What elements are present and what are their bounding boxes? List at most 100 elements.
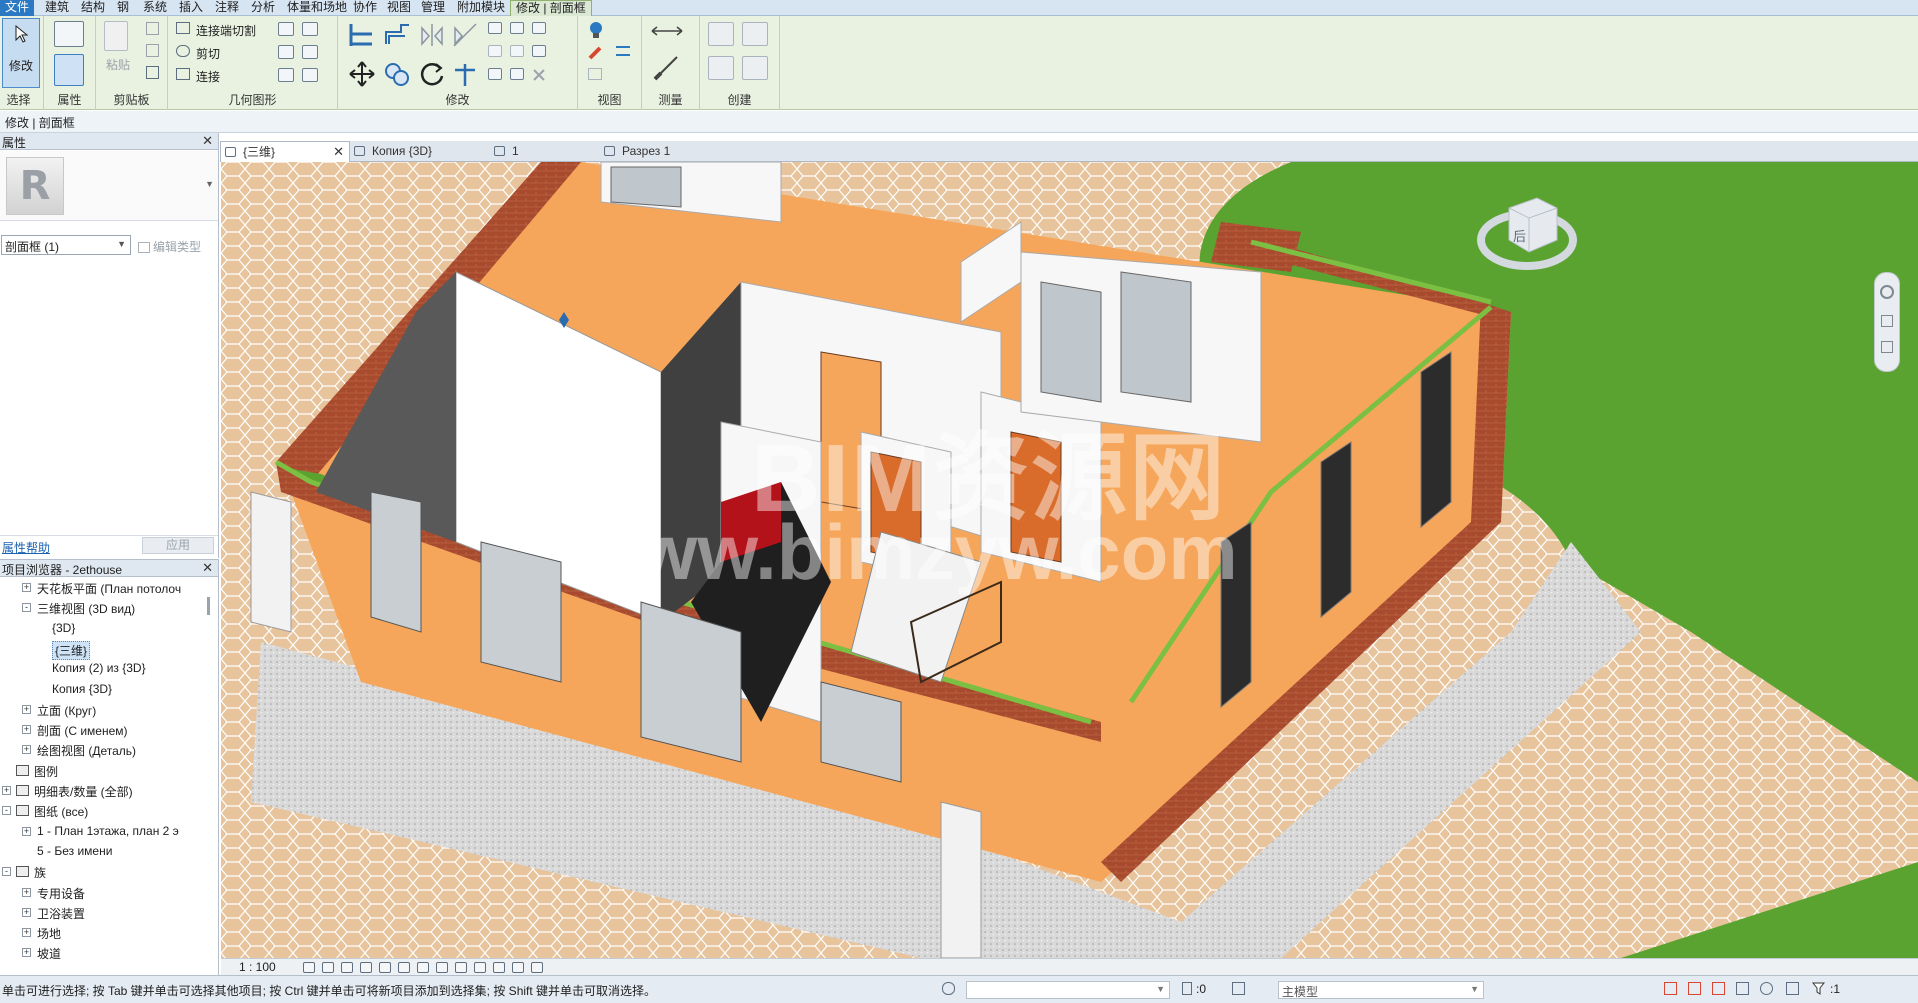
browser-tree-item[interactable]: Копия (2) из {3D} [0, 659, 210, 679]
select-links-icon[interactable] [1664, 982, 1677, 995]
override-graphics-icon[interactable] [588, 68, 602, 80]
mirror-draw-icon[interactable] [451, 22, 479, 48]
copy-icon[interactable] [146, 44, 159, 57]
browser-tree-item[interactable]: {3D} [0, 619, 210, 639]
browser-tree-item[interactable]: + 专用设备 [0, 883, 210, 903]
browser-tree-item[interactable]: Копия {3D} [0, 680, 210, 700]
browser-tree-item[interactable]: + 明细表/数量 (全部) [0, 781, 210, 801]
create-parts-icon[interactable] [742, 22, 768, 46]
menu-tab[interactable]: 钢 [112, 0, 134, 16]
menu-tab[interactable]: 管理 [416, 0, 450, 16]
menu-tab[interactable]: 注释 [210, 0, 244, 16]
instance-type-selector[interactable]: 剖面框 (1) ▼ [1, 235, 131, 255]
temporary-hide-icon[interactable] [455, 962, 467, 973]
browser-tree-item[interactable]: + 天花板平面 (План потолоч [0, 578, 210, 598]
design-option-selector[interactable]: 主模型 ▼ [1278, 981, 1484, 999]
delete-icon[interactable] [532, 68, 546, 82]
worksets-icon[interactable] [942, 982, 955, 995]
modify-button[interactable]: 修改 [2, 18, 40, 88]
zoom-icon[interactable] [1881, 315, 1893, 327]
view-tab[interactable]: Копия {3D} [350, 141, 490, 162]
split-gap-icon[interactable] [510, 22, 524, 34]
browser-tree-item[interactable]: 图例 [0, 761, 210, 781]
cut-join-label[interactable]: 连接端切割 [196, 22, 256, 39]
expand-icon[interactable]: + [22, 928, 31, 938]
menu-tab[interactable]: 文件 [0, 0, 35, 16]
browser-scrollbar[interactable] [207, 597, 210, 615]
scale-icon[interactable] [510, 45, 524, 57]
trim-extend-icon[interactable] [451, 60, 479, 88]
menu-tab[interactable]: 视图 [382, 0, 416, 16]
browser-tree-item[interactable]: + 绘图视图 (Деталь) [0, 740, 210, 760]
apply-button[interactable]: 应用 [142, 537, 214, 554]
menu-tab[interactable]: 建筑 [40, 0, 74, 16]
offset-icon[interactable] [383, 22, 411, 48]
expand-icon[interactable]: + [22, 826, 31, 836]
match-properties-icon[interactable] [146, 66, 159, 79]
cut-join-icon[interactable] [176, 22, 190, 34]
browser-tree-item[interactable]: + 剖面 (С именем) [0, 720, 210, 740]
browser-tree-item[interactable]: -族 [0, 862, 210, 882]
view-scale[interactable]: 1 : 100 [239, 960, 276, 974]
demolish-icon[interactable] [302, 45, 318, 59]
trim-multiple-icon[interactable] [510, 68, 524, 80]
shadows-icon[interactable] [360, 962, 372, 973]
render-icon[interactable] [379, 962, 391, 973]
lock-view-icon[interactable] [436, 962, 448, 973]
background-processes-icon[interactable] [1786, 982, 1799, 995]
view-tab[interactable]: Разрез 1 [600, 141, 730, 162]
reveal-hidden-icon[interactable] [474, 962, 486, 973]
properties-help-link[interactable]: 属性帮助 [2, 539, 50, 556]
split-element-icon[interactable] [488, 22, 502, 34]
wall-joins-icon[interactable] [278, 45, 294, 59]
select-by-face-icon[interactable] [1736, 982, 1749, 995]
menu-tab[interactable]: 修改 | 剖面框 [510, 0, 592, 17]
design-options-icon[interactable] [1182, 982, 1192, 995]
expand-icon[interactable]: + [22, 907, 31, 917]
workset-selector[interactable]: ▼ [966, 981, 1170, 999]
browser-tree-item[interactable]: +1 - План 1этажа, план 2 э [0, 822, 210, 842]
main-model-icon[interactable] [1232, 982, 1245, 995]
collapse-icon[interactable]: - [22, 603, 31, 613]
collapse-icon[interactable]: - [2, 867, 11, 877]
expand-icon[interactable]: + [22, 583, 31, 592]
browser-tree-item[interactable]: + 场地 [0, 923, 210, 943]
rotate-icon[interactable] [418, 60, 446, 88]
filter-icon[interactable] [1811, 982, 1826, 995]
visual-style-icon[interactable] [322, 962, 334, 973]
join-geometry-icon[interactable] [176, 68, 190, 80]
view-tab[interactable]: 1 [490, 141, 600, 162]
create-similar-icon[interactable] [742, 56, 768, 80]
move-icon[interactable] [348, 60, 376, 88]
browser-tree-item[interactable]: + 卫浴装置 [0, 903, 210, 923]
reveal-constraints-icon[interactable] [531, 962, 543, 973]
select-panel-label[interactable]: 选择 [0, 91, 43, 108]
highlight-displacement-icon[interactable] [512, 962, 524, 973]
drag-elements-icon[interactable] [1760, 982, 1773, 995]
array-icon[interactable] [488, 45, 502, 57]
crop-view-icon[interactable] [398, 962, 410, 973]
close-tab-icon[interactable]: ✕ [333, 142, 344, 162]
cut-label[interactable]: 剪切 [196, 45, 220, 62]
paste-icon[interactable] [104, 21, 128, 51]
expand-icon[interactable]: + [2, 786, 11, 795]
sun-path-icon[interactable] [341, 962, 353, 973]
create-group-icon[interactable] [708, 56, 734, 80]
analytical-model-icon[interactable] [493, 962, 505, 973]
zoom-options-icon[interactable] [1881, 341, 1893, 353]
mirror-axis-icon[interactable] [418, 22, 446, 48]
browser-tree-item[interactable]: - 图纸 (все) [0, 801, 210, 821]
collapse-icon[interactable]: - [2, 806, 11, 816]
type-properties-icon[interactable] [54, 21, 84, 47]
paint-icon[interactable] [302, 22, 318, 36]
menu-tab[interactable]: 插入 [174, 0, 208, 16]
menu-tab[interactable]: 体量和场地 [282, 0, 352, 16]
browser-tree-item[interactable]: + 立面 (Круг) [0, 700, 210, 720]
cut-clip-icon[interactable] [146, 22, 159, 35]
create-assembly-icon[interactable] [708, 22, 734, 46]
trim-single-icon[interactable] [488, 68, 502, 80]
expand-icon[interactable]: + [22, 887, 31, 897]
beam-join-icon[interactable] [278, 68, 294, 82]
unpin-icon[interactable] [532, 45, 546, 57]
lightbulb-icon[interactable] [588, 21, 604, 39]
